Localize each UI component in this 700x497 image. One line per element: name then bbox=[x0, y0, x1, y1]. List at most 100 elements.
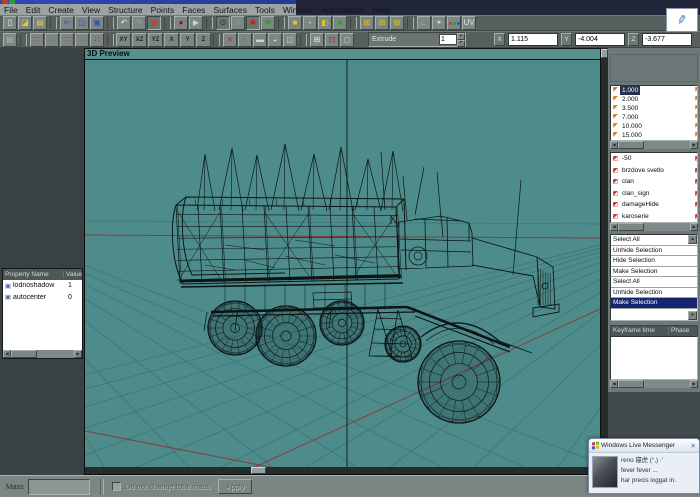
selection-item[interactable]: ◩-50◩ bbox=[611, 153, 697, 165]
menu-item-window[interactable]: Window bbox=[279, 5, 317, 15]
keyframe-hscrollbar[interactable]: ◀▶ bbox=[610, 380, 698, 388]
rgb-channels-icon[interactable] bbox=[447, 16, 461, 30]
vertex-mode-icon[interactable]: ∷ bbox=[30, 33, 44, 47]
add-edge-icon[interactable]: ⊞ bbox=[375, 16, 389, 30]
object-mode-icon[interactable]: ∷ bbox=[75, 33, 89, 47]
cut-icon[interactable]: ✂ bbox=[60, 16, 74, 30]
copy-icon[interactable]: ◫ bbox=[75, 16, 89, 30]
lod-hscrollbar[interactable]: ◀▶ bbox=[610, 141, 698, 149]
menu-item-faces[interactable]: Faces bbox=[178, 5, 209, 15]
print-icon[interactable]: ▤ bbox=[3, 33, 17, 47]
apply-button[interactable]: Apply bbox=[218, 479, 252, 494]
skeleton-icon[interactable]: ✶ bbox=[432, 16, 446, 30]
lod-item[interactable]: ◤10.000◤ bbox=[611, 122, 697, 131]
action-item[interactable]: Unhide Selection bbox=[611, 246, 697, 257]
lod-item[interactable]: ◤2.000◤ bbox=[611, 95, 697, 104]
menu-item-edit[interactable]: Edit bbox=[22, 5, 45, 15]
scroll-thumb[interactable] bbox=[11, 350, 37, 358]
lasso-tool-icon[interactable]: ◌ bbox=[231, 16, 245, 30]
scroll-right-button[interactable]: ▶ bbox=[690, 223, 698, 231]
scroll-track[interactable] bbox=[618, 223, 690, 231]
scroll-left-button[interactable]: ◀ bbox=[610, 141, 618, 149]
menu-item-view[interactable]: View bbox=[78, 5, 104, 15]
messenger-popup[interactable]: Windows Live Messenger ✕ reno 寝虎 (°,) ·'… bbox=[588, 438, 700, 494]
lod-item[interactable]: ◤3.500◤ bbox=[611, 104, 697, 113]
scroll-thumb[interactable] bbox=[618, 223, 644, 231]
scroll-thumb[interactable] bbox=[618, 380, 644, 388]
menu-item-surfaces[interactable]: Surfaces bbox=[209, 5, 251, 15]
axis-button-yz[interactable]: YZ bbox=[148, 33, 163, 47]
viewport-vscrollbar[interactable] bbox=[601, 48, 608, 475]
new-file-icon[interactable]: ▯ bbox=[3, 16, 17, 30]
element-mode-icon[interactable]: ∷ bbox=[90, 33, 104, 47]
scroll-track[interactable] bbox=[618, 141, 690, 149]
add-vertex-icon[interactable]: ⊞ bbox=[360, 16, 374, 30]
action-item[interactable]: Make Selection bbox=[611, 267, 697, 278]
cube-green-icon[interactable]: ■ bbox=[333, 16, 347, 30]
play-icon[interactable]: ▶ bbox=[189, 16, 203, 30]
viewport-hscrollbar[interactable] bbox=[85, 467, 600, 474]
scroll-up-button[interactable]: ▲ bbox=[688, 235, 697, 244]
scroll-track[interactable] bbox=[618, 380, 690, 388]
extrude-spinner[interactable]: ▲ ▼ bbox=[457, 33, 465, 47]
property-row[interactable]: ▣ autocenter 0 bbox=[3, 292, 82, 304]
selection-item[interactable]: ◩brzdove svetlo◩ bbox=[611, 165, 697, 177]
axis-widget-icon[interactable]: ∟ bbox=[417, 16, 431, 30]
close-icon[interactable]: ✕ bbox=[691, 442, 696, 450]
extrude-field[interactable]: Extrude ▲ ▼ bbox=[368, 32, 466, 47]
action-item-selected[interactable]: Make Selection bbox=[611, 298, 697, 309]
bounds-icon[interactable]: ◻ bbox=[340, 33, 354, 47]
scroll-right-button[interactable]: ▶ bbox=[690, 141, 698, 149]
zoom-tool-icon[interactable]: ⊙ bbox=[216, 16, 230, 30]
mirror-icon[interactable]: ◫ bbox=[283, 33, 297, 47]
grid-points-icon[interactable]: ⊡ bbox=[325, 33, 339, 47]
cube-half-icon[interactable]: ◧ bbox=[318, 16, 332, 30]
record-icon[interactable]: ● bbox=[174, 16, 188, 30]
x-input[interactable] bbox=[508, 33, 558, 46]
axis-button-y[interactable]: Y bbox=[180, 33, 195, 47]
scroll-left-button[interactable]: ◀ bbox=[610, 223, 618, 231]
property-row[interactable]: ▣ lodnoshadow 1 bbox=[3, 280, 82, 292]
scroll-left-button[interactable]: ◀ bbox=[3, 350, 11, 358]
scroll-right-button[interactable]: ▶ bbox=[74, 350, 82, 358]
menu-item-points[interactable]: Points bbox=[147, 5, 179, 15]
lod-item[interactable]: ◤7.000◤ bbox=[611, 113, 697, 122]
axis-button-z[interactable]: Z bbox=[196, 33, 211, 47]
scroll-track[interactable] bbox=[11, 350, 74, 358]
menu-item-tools[interactable]: Tools bbox=[251, 5, 279, 15]
save-icon[interactable]: ▤ bbox=[33, 16, 47, 30]
texture-view-icon[interactable]: ▦ bbox=[147, 16, 161, 30]
action-item[interactable]: Select All bbox=[611, 277, 697, 288]
vertex-paint-icon[interactable]: ✱ bbox=[246, 16, 260, 30]
y-input[interactable] bbox=[575, 33, 625, 46]
viewport-3d[interactable]: 3D Preview bbox=[84, 48, 601, 475]
keyframe-table-body[interactable] bbox=[610, 336, 698, 380]
edge-paint-icon[interactable]: ✱ bbox=[261, 16, 275, 30]
mass-checkbox[interactable] bbox=[112, 482, 121, 491]
z-input[interactable] bbox=[642, 33, 692, 46]
edge-mode-icon[interactable]: ∷ bbox=[45, 33, 59, 47]
lod-item[interactable]: ◤15.000◤ bbox=[611, 131, 697, 140]
scroll-thumb[interactable] bbox=[618, 141, 644, 149]
properties-hscrollbar[interactable]: ◀▶ bbox=[3, 350, 82, 358]
flatten-icon[interactable]: ▬ bbox=[253, 33, 267, 47]
selection-item[interactable]: ◩karoserie◩ bbox=[611, 211, 697, 223]
selection-hscrollbar[interactable]: ◀▶ bbox=[610, 223, 698, 231]
axis-button-x[interactable]: X bbox=[164, 33, 179, 47]
menu-item-file[interactable]: File bbox=[0, 5, 22, 15]
add-face-icon[interactable]: ⊞ bbox=[390, 16, 404, 30]
face-mode-icon[interactable]: ∷ bbox=[60, 33, 74, 47]
action-item[interactable]: Hide Selection bbox=[611, 256, 697, 267]
open-folder-icon[interactable]: ◪ bbox=[18, 16, 32, 30]
vscroll-thumb[interactable] bbox=[601, 49, 608, 58]
menu-item-help[interactable]: Help bbox=[368, 5, 393, 15]
menu-item-structure[interactable]: Structure bbox=[104, 5, 147, 15]
extrude-input[interactable] bbox=[439, 34, 457, 45]
spinner-down-icon[interactable]: ▼ bbox=[457, 40, 465, 47]
undo-icon[interactable]: ↶ bbox=[117, 16, 131, 30]
grid-snap-icon[interactable]: ⊞ bbox=[310, 33, 324, 47]
paste-icon[interactable]: ▣ bbox=[90, 16, 104, 30]
spinner-up-icon[interactable]: ▲ bbox=[457, 33, 465, 40]
action-item[interactable]: Unhide Selection bbox=[611, 288, 697, 299]
scroll-right-button[interactable]: ▶ bbox=[690, 380, 698, 388]
